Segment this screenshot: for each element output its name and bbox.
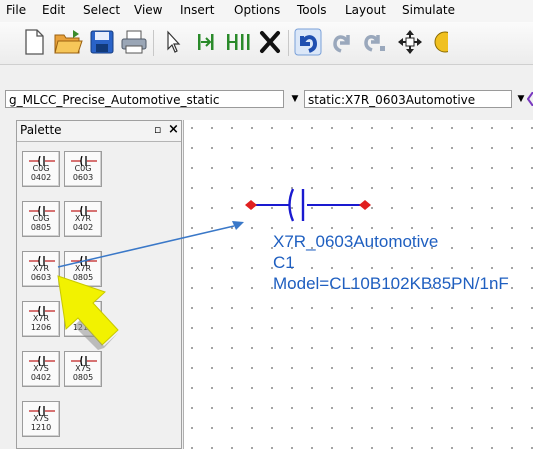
redo-last-icon[interactable] [358, 26, 390, 58]
deactivate-icon[interactable] [254, 26, 286, 58]
palette-item-c0g-0603[interactable]: C0G 0603 [64, 151, 102, 187]
component-name-label[interactable]: X7R_0603Automotive [273, 232, 438, 252]
palette-item-label: X7S [75, 364, 91, 373]
palette-item-x7s-1210[interactable]: X7S 1210 [22, 401, 60, 437]
menu-select[interactable]: Select [83, 3, 120, 17]
menu-edit[interactable]: Edit [42, 3, 65, 17]
toolbar-separator [153, 30, 154, 56]
schematic-canvas[interactable]: X7R_0603Automotive C1 Model=CL10B102KB85… [183, 120, 533, 449]
palette-item-label: X7S [33, 364, 49, 373]
capacitor-symbol[interactable] [239, 185, 379, 225]
chevron-down-icon[interactable]: ▼ [514, 90, 528, 108]
palette-item-x7r-0603[interactable]: X7R 0603 [22, 251, 60, 287]
palette-panel: Palette ▫ × C0G 0402 C0G 0603 C0G 0805 X7R 0… [16, 120, 182, 449]
palette-item-label: 0603 [72, 173, 94, 182]
palette-title: Palette [20, 123, 62, 137]
menu-simulate[interactable]: Simulate [402, 3, 455, 17]
palette-item-label: C0G [74, 164, 92, 173]
palette-item-label: X7R [74, 264, 92, 273]
toolbar [0, 22, 533, 65]
palette-item-label: 0402 [30, 173, 52, 182]
component-selection-bar: g_MLCC_Precise_Automotive_static ▼ stati… [0, 84, 533, 114]
palette-header: Palette ▫ × [17, 121, 181, 142]
model-parameter-label[interactable]: Model=CL10B102KB85PN/1nF [273, 274, 509, 294]
zoom-icon[interactable] [424, 26, 456, 58]
insert-pin-icon[interactable] [190, 26, 222, 58]
library-combobox-value: g_MLCC_Precise_Automotive_static [9, 93, 220, 107]
palette-item-label: C0G [32, 214, 50, 223]
chevron-down-icon[interactable]: ▼ [288, 90, 302, 108]
toolbar-separator [288, 30, 289, 56]
palette-item-label: 0805 [30, 223, 52, 232]
palette-item-label: 1210 [30, 423, 52, 432]
pin-left[interactable] [245, 200, 257, 210]
palette-item-label: C0G [32, 164, 50, 173]
menu-view[interactable]: View [134, 3, 162, 17]
palette-item-label: 0402 [30, 373, 52, 382]
palette-item-x7r-1206[interactable]: X7R 1206 [22, 301, 60, 337]
palette-item-label: X7S [33, 414, 49, 423]
pin-right[interactable] [359, 200, 371, 210]
open-folder-icon[interactable] [52, 26, 84, 58]
palette-item-label: 0402 [72, 223, 94, 232]
pin-icon[interactable]: ▫ [154, 123, 161, 136]
select-pointer-icon[interactable] [157, 26, 189, 58]
redo-icon[interactable] [326, 26, 358, 58]
palette-item-label: 1210 [72, 323, 94, 332]
move-icon[interactable] [394, 26, 426, 58]
palette-item-label: X7R [32, 314, 50, 323]
menu-insert[interactable]: Insert [180, 3, 214, 17]
palette-item-label: 0603 [30, 273, 52, 282]
palette-item-x7s-0402[interactable]: X7S 0402 [22, 351, 60, 387]
menu-options[interactable]: Options [234, 3, 280, 17]
new-document-icon[interactable] [18, 26, 50, 58]
insert-ground-icon[interactable] [222, 26, 254, 58]
palette-item-label: X7R [32, 264, 50, 273]
print-icon[interactable] [118, 26, 150, 58]
palette-item-label: 0805 [72, 373, 94, 382]
palette-item-x7r-0402[interactable]: X7R 0402 [64, 201, 102, 237]
palette-item-label: 1206 [30, 323, 52, 332]
palette-item-label: X7R [74, 214, 92, 223]
palette-item-c0g-0805[interactable]: C0G 0805 [22, 201, 60, 237]
component-combobox[interactable]: static:X7R_0603Automotive [304, 90, 512, 108]
palette-item-x7r-0805[interactable]: X7R 0805 [64, 251, 102, 287]
palette-item-x7s-0805[interactable]: X7S 0805 [64, 351, 102, 387]
menu-tools[interactable]: Tools [297, 3, 327, 17]
component-combobox-value: static:X7R_0603Automotive [308, 93, 476, 107]
close-icon[interactable]: × [168, 122, 179, 137]
instance-name-label[interactable]: C1 [273, 253, 295, 273]
menu-layout[interactable]: Layout [345, 3, 386, 17]
undo-icon[interactable] [292, 26, 324, 58]
palette-item-label: 0805 [72, 273, 94, 282]
overflow-icon[interactable] [527, 92, 533, 106]
palette-item-1210[interactable]: 1210 [64, 301, 102, 337]
save-icon[interactable] [86, 26, 118, 58]
palette-item-c0g-0402[interactable]: C0G 0402 [22, 151, 60, 187]
library-combobox[interactable]: g_MLCC_Precise_Automotive_static [5, 90, 284, 108]
menu-bar: File Edit Select View Insert Options Too… [0, 0, 533, 23]
menu-file[interactable]: File [6, 3, 26, 17]
